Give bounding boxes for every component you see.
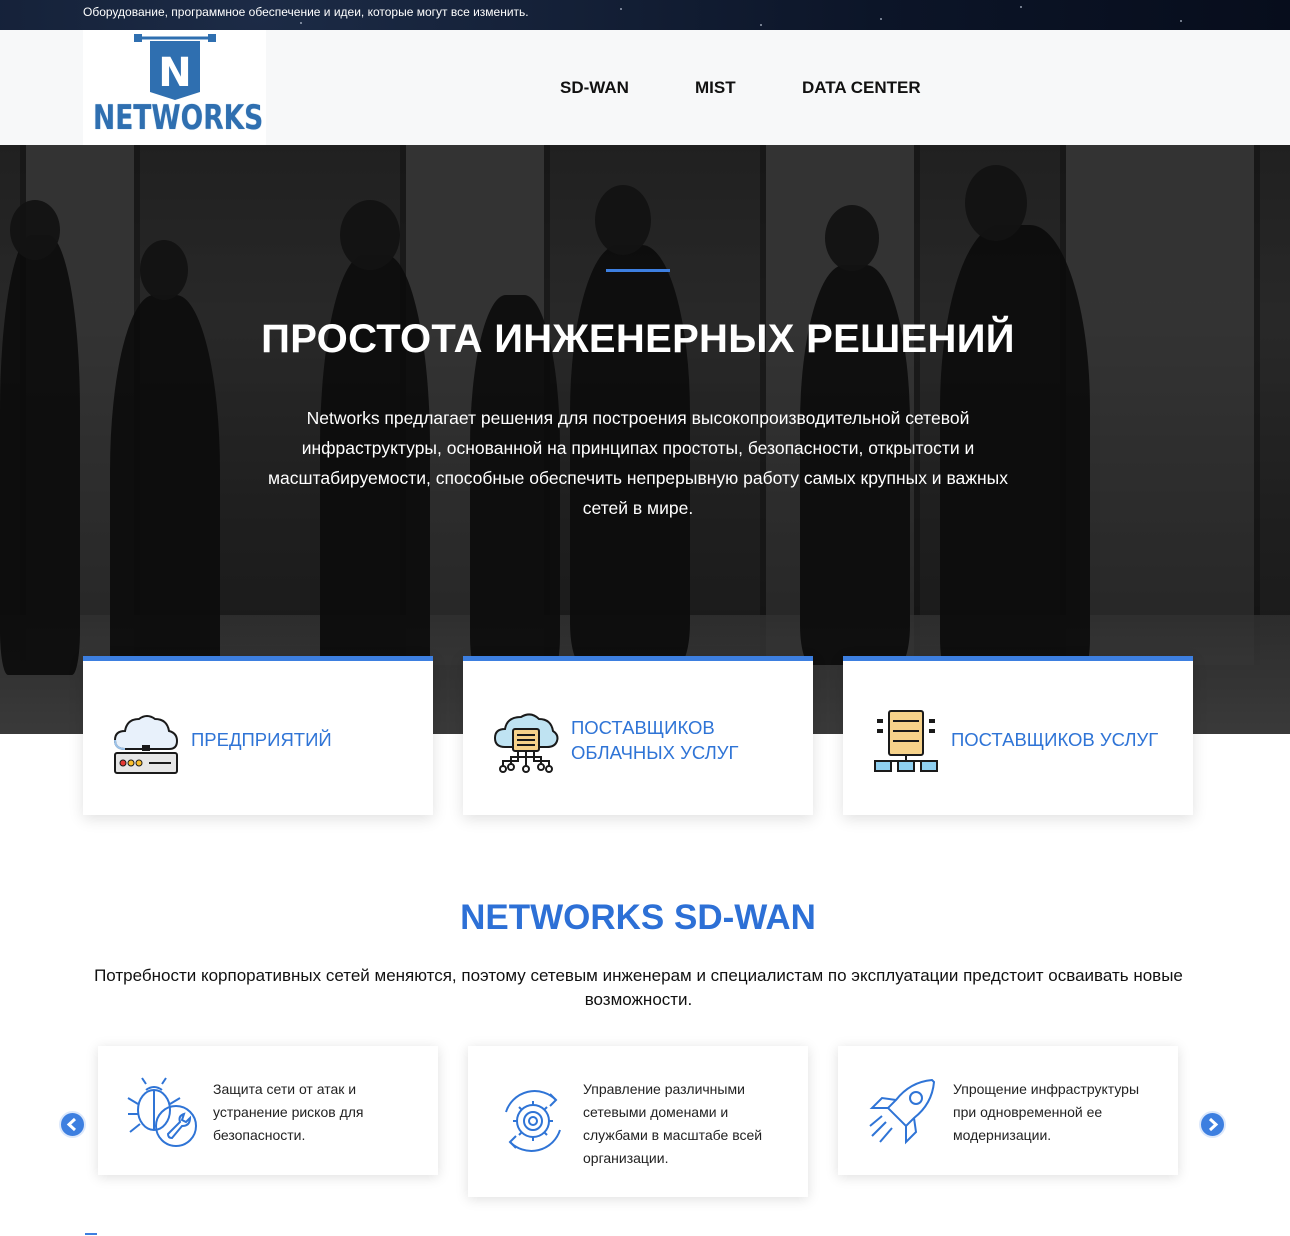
star-dot	[620, 8, 622, 10]
gear-cycle-icon	[505, 1090, 561, 1152]
hero-title: ПРОСТОТА ИНЖЕНЕРНЫХ РЕШЕНИЙ	[261, 317, 1015, 361]
cloud-server-icon	[113, 715, 179, 774]
top-bar: Оборудование, программное обеспечение и …	[0, 0, 1290, 30]
star-dot	[760, 24, 762, 26]
star-dot	[1020, 6, 1022, 8]
sdwan-card-text: Управление различными сетевыми доменами …	[583, 1081, 763, 1166]
nav-mist[interactable]: MIST	[695, 78, 736, 98]
feature-label: ПОСТАВЩИКОВ УСЛУГ	[951, 729, 1159, 750]
main-nav: SD-WAN MIST DATA CENTER	[0, 78, 1290, 98]
sdwan-title: NETWORKS SD-WAN	[460, 898, 816, 937]
nav-sd-wan[interactable]: SD-WAN	[560, 78, 629, 98]
sdwan-card-infrastructure[interactable]: Упрощение инфраструктуры при одновременн…	[838, 1046, 1178, 1175]
carousel-next-button[interactable]	[1199, 1111, 1226, 1138]
feature-label: ПРЕДПРИЯТИЙ	[191, 729, 332, 750]
cloud-network-icon	[493, 713, 559, 773]
sdwan-card-text: Защита сети от атак и устранение рисков …	[213, 1081, 364, 1143]
server-rack-icon	[874, 710, 938, 772]
tagline: Оборудование, программное обеспечение и …	[83, 5, 529, 19]
sdwan-card-management[interactable]: Управление различными сетевыми доменами …	[468, 1046, 808, 1197]
chevron-right-icon	[1208, 1117, 1219, 1132]
sdwan-card-text: Упрощение инфраструктуры при одновременн…	[953, 1081, 1140, 1143]
rocket-icon	[869, 1078, 936, 1145]
feature-card-service-providers[interactable]: ПОСТАВЩИКОВ УСЛУГ	[843, 656, 1193, 815]
carousel-prev-button[interactable]	[59, 1111, 86, 1138]
logo-wordmark: NETWORKS	[93, 98, 264, 138]
star-dot	[880, 18, 882, 20]
star-dot	[300, 22, 302, 24]
sdwan-description: Потребности корпоративных сетей меняются…	[94, 966, 1183, 1009]
hero-section: ПРОСТОТА ИНЖЕНЕРНЫХ РЕШЕНИЙ Networks пре…	[0, 145, 1290, 734]
bug-shield-icon	[127, 1077, 197, 1147]
feature-label: ПОСТАВЩИКОВ ОБЛАЧНЫХ УСЛУГ	[571, 717, 739, 763]
feature-card-enterprise[interactable]: ПРЕДПРИЯТИЙ	[83, 656, 433, 815]
chevron-left-icon	[66, 1117, 77, 1132]
sdwan-card-security[interactable]: Защита сети от атак и устранение рисков …	[98, 1046, 438, 1175]
nav-data-center[interactable]: DATA CENTER	[802, 78, 921, 98]
hero-description: Networks предлагает решения для построен…	[268, 408, 1008, 518]
feature-card-cloud-providers[interactable]: ПОСТАВЩИКОВ ОБЛАЧНЫХ УСЛУГ	[463, 656, 813, 815]
hero-accent-line	[606, 269, 670, 272]
section-accent-dash	[85, 1233, 97, 1235]
star-dot	[1180, 20, 1182, 22]
